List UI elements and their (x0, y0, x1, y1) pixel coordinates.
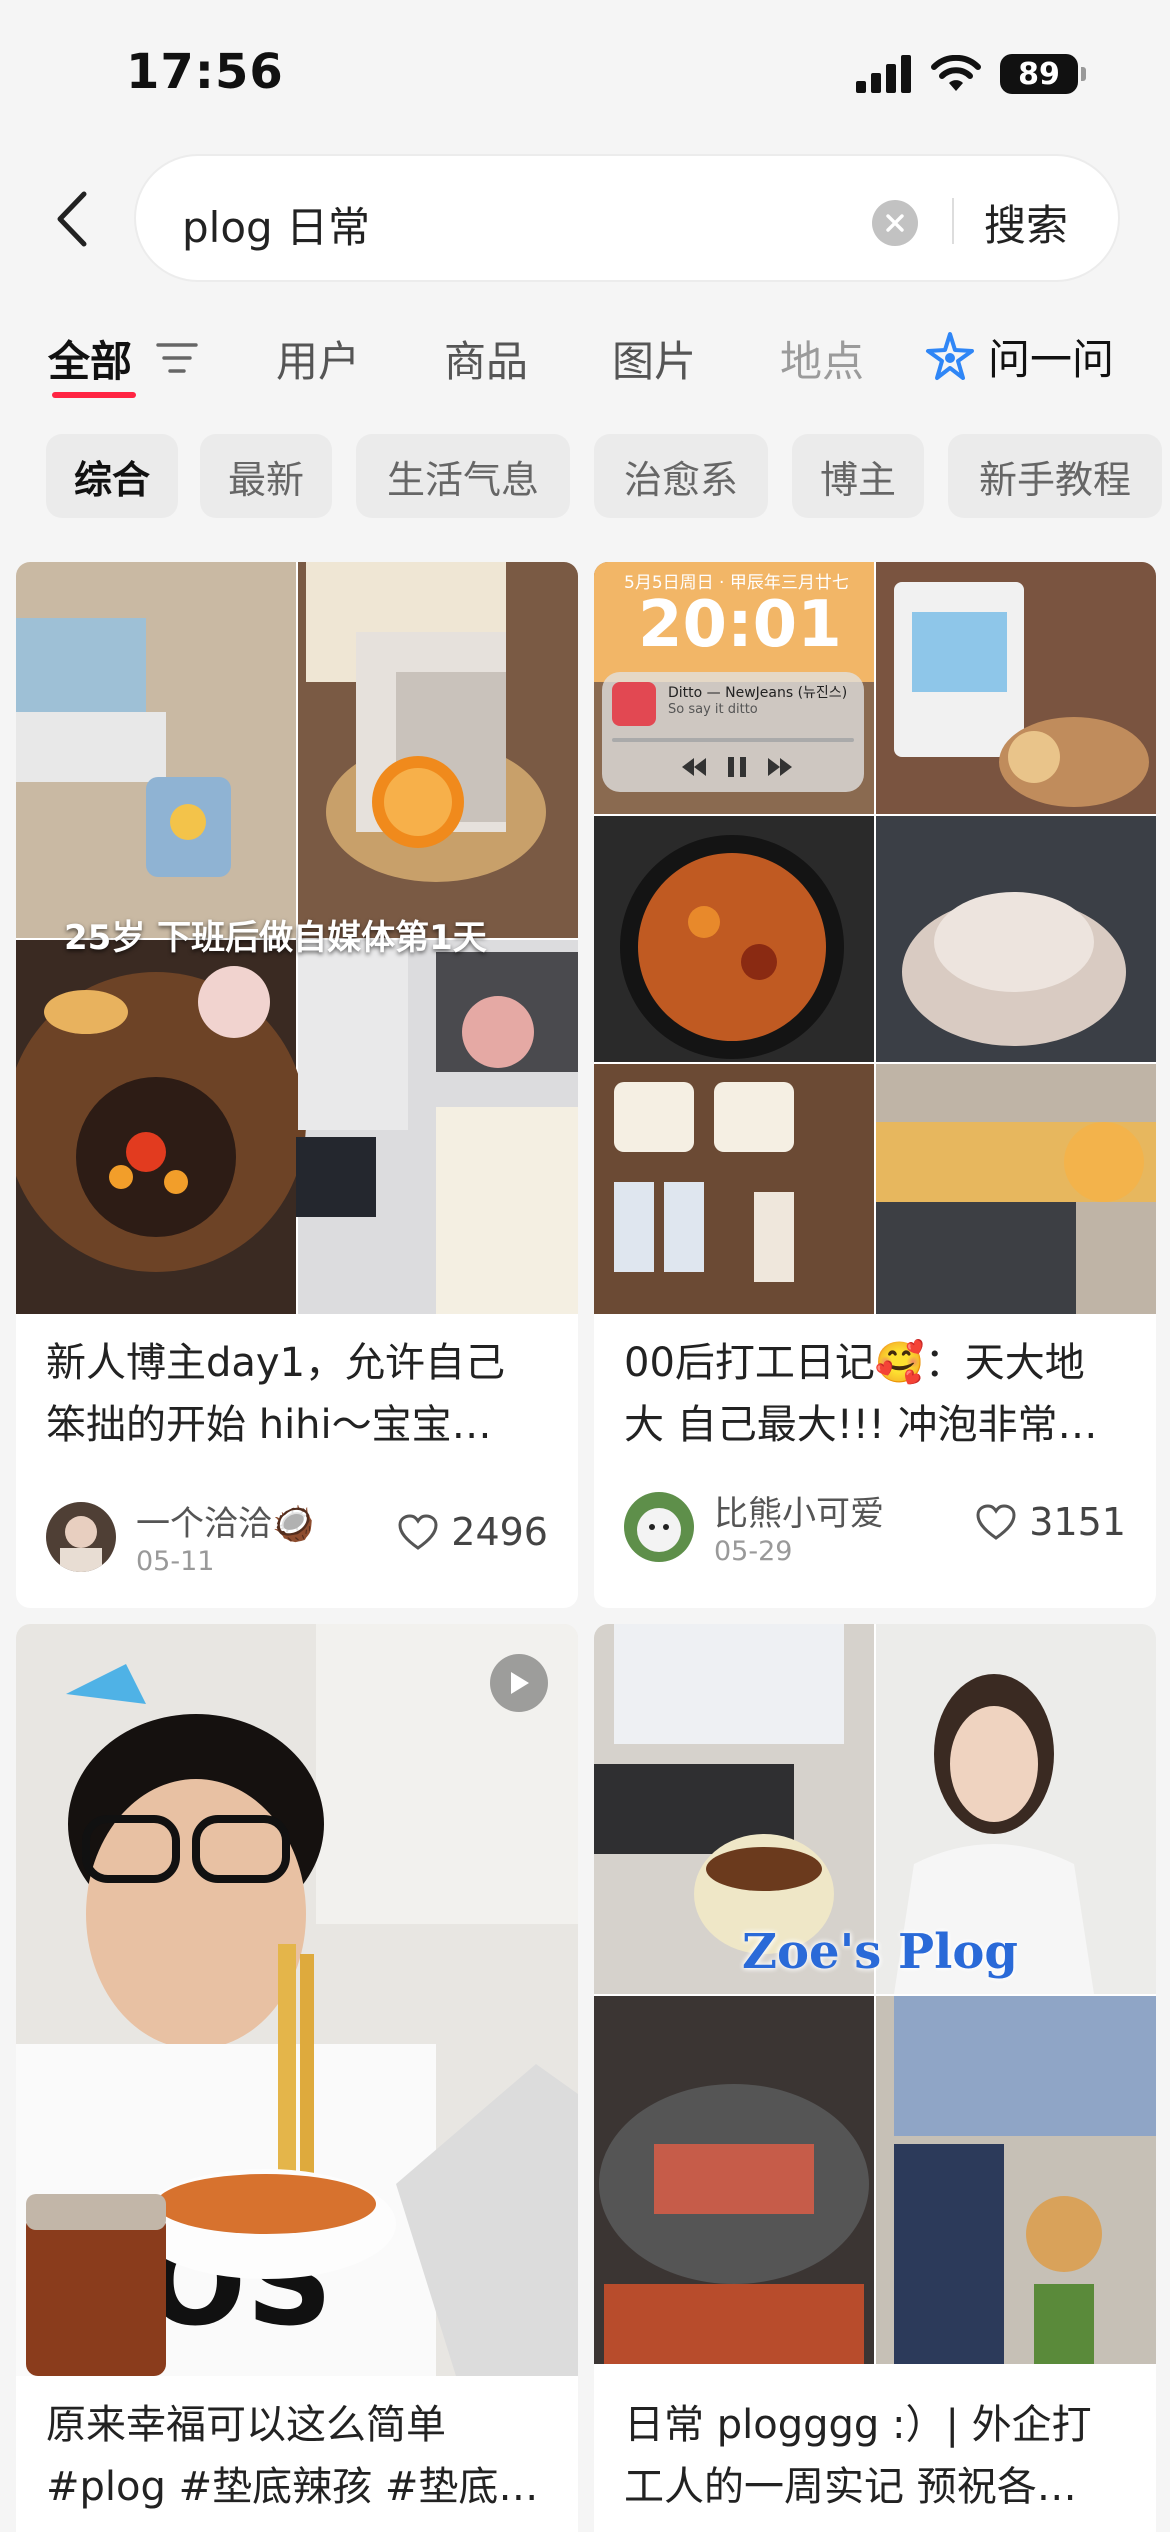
note-meta: 一个洽洽🥥 05-11 2496 (46, 1502, 548, 1577)
chip-beginner-tutorial[interactable]: 新手教程 (948, 434, 1162, 518)
avatar[interactable] (46, 1502, 116, 1572)
lockscreen-time: 20:01 (638, 588, 842, 662)
cellular-signal-icon (856, 55, 911, 93)
note-card[interactable]: Zoe's Plog 日常 plogggg :）| 外企打 工人的一周实记 预祝… (594, 1624, 1156, 2532)
post-date: 05-29 (714, 1536, 793, 1567)
back-arrow-icon (57, 191, 87, 247)
like-button[interactable]: 2496 (397, 1510, 548, 1554)
note-title[interactable]: 日常 plogggg :）| 外企打 工人的一周实记 预祝各… (624, 2394, 1132, 2518)
filter-chips: 综合 最新 生活气息 治愈系 博主 新手教程 (0, 434, 1170, 518)
note-cover-image[interactable]: 25岁 下班后做自媒体第1天 (16, 562, 578, 1314)
playback-controls-icon (682, 757, 792, 777)
note-title[interactable]: 00后打工日记🥰：天大地 大 自己最大!!! 冲泡非常… (624, 1332, 1132, 1456)
play-icon (511, 1672, 529, 1694)
video-play-badge (490, 1654, 548, 1712)
status-bar: 17:56 89 (0, 0, 1170, 150)
music-title: Ditto — NewJeans (뉴진스) (668, 685, 848, 701)
album-art (612, 682, 656, 726)
cover-caption: Zoe's Plog (742, 1924, 1018, 1980)
clear-search-button[interactable] (872, 200, 918, 246)
chip-comprehensive[interactable]: 综合 (46, 434, 178, 518)
cover-photo: XOS (16, 1624, 578, 2376)
filter-icon[interactable] (156, 340, 198, 376)
like-count: 3151 (1029, 1500, 1126, 1544)
battery-level: 89 (1000, 54, 1078, 94)
cover-caption: 25岁 下班后做自媒体第1天 (64, 918, 487, 958)
close-icon (886, 214, 904, 232)
note-cover-image[interactable]: XOS (16, 1624, 578, 2376)
note-card[interactable]: 5月5日周日 · 甲辰年三月廿七 20:01 Ditto — NewJeans … (594, 562, 1156, 1608)
note-card[interactable]: 25岁 下班后做自媒体第1天 新人博主day1，允许自己 笨拙的开始 hihi～… (16, 562, 578, 1608)
chip-latest[interactable]: 最新 (200, 434, 332, 518)
wifi-icon (931, 55, 981, 91)
tab-all[interactable]: 全部 (48, 328, 132, 389)
note-card[interactable]: XOS 原来幸福可以这么简单 #plog #垫底辣孩 #垫底… (16, 1624, 578, 2532)
ask-label: 问一问 (988, 335, 1115, 384)
music-widget: Ditto — NewJeans (뉴진스) So say it ditto (602, 672, 864, 792)
music-progress (612, 738, 854, 742)
chip-blogger[interactable]: 博主 (792, 434, 924, 518)
tab-products[interactable]: 商品 (444, 328, 528, 389)
status-icons: 89 (856, 54, 1086, 94)
status-time: 17:56 (126, 44, 284, 100)
battery-indicator: 89 (1000, 54, 1086, 94)
search-input[interactable]: plog 日常 搜索 (134, 154, 1120, 282)
post-date: 05-11 (136, 1546, 215, 1577)
chip-life-vibe[interactable]: 生活气息 (356, 434, 570, 518)
search-header: plog 日常 搜索 (0, 150, 1170, 290)
active-tab-indicator (52, 392, 136, 398)
note-cover-image[interactable]: Zoe's Plog (594, 1624, 1156, 2364)
author-name[interactable]: 比熊小可爱 (714, 1486, 884, 1535)
note-meta: 比熊小可爱 05-29 3151 (624, 1492, 1126, 1567)
heart-icon (398, 1514, 438, 1550)
back-button[interactable] (46, 186, 96, 252)
tab-users[interactable]: 用户 (276, 328, 360, 389)
avatar[interactable] (624, 1492, 694, 1562)
chip-healing[interactable]: 治愈系 (594, 434, 768, 518)
note-cover-image[interactable]: 5月5日周日 · 甲辰年三月廿七 20:01 Ditto — NewJeans … (594, 562, 1156, 1314)
sparkle-star-icon (926, 331, 974, 380)
search-query[interactable]: plog 日常 (182, 194, 370, 255)
note-title[interactable]: 原来幸福可以这么简单 #plog #垫底辣孩 #垫底… (46, 2394, 554, 2518)
result-tabs: 全部 用户 商品 图片 地点 问一问 (0, 318, 1170, 408)
heart-icon (976, 1504, 1016, 1540)
tab-places[interactable]: 地点 (780, 328, 864, 389)
search-button[interactable]: 搜索 (984, 192, 1068, 253)
tab-images[interactable]: 图片 (612, 328, 696, 389)
like-button[interactable]: 3151 (975, 1500, 1126, 1544)
like-count: 2496 (451, 1510, 548, 1554)
cover-photo-collage (594, 1624, 1156, 2364)
note-title[interactable]: 新人博主day1，允许自己 笨拙的开始 hihi～宝宝… (46, 1332, 554, 1456)
search-divider (952, 198, 954, 244)
music-subtitle: So say it ditto (668, 702, 758, 717)
author-name[interactable]: 一个洽洽🥥 (136, 1496, 314, 1545)
ask-button[interactable]: 问一问 (924, 326, 1114, 387)
